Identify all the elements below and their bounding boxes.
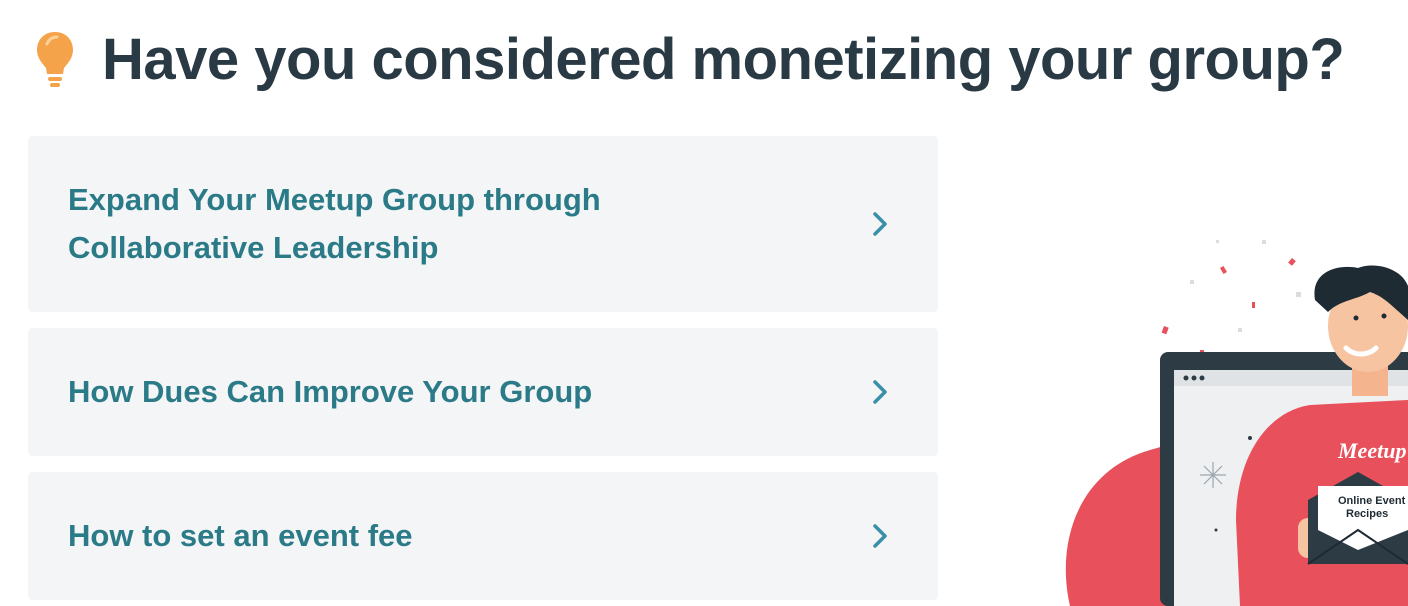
article-card-event-fee[interactable]: How to set an event fee — [28, 472, 938, 600]
article-title: How to set an event fee — [68, 518, 413, 553]
lightbulb-icon — [37, 32, 73, 87]
article-card-collaborative-leadership[interactable]: Expand Your Meetup Group through Collabo… — [28, 136, 938, 312]
page: Have you considered monetizing your grou… — [0, 0, 1408, 606]
page-title: Have you considered monetizing your grou… — [102, 27, 1345, 92]
chevron-right-icon — [873, 380, 887, 404]
shirt-logo: Meetup — [1337, 438, 1406, 463]
chevron-right-icon — [873, 212, 887, 236]
confetti — [1161, 240, 1301, 355]
article-list: Expand Your Meetup Group through Collabo… — [28, 136, 938, 606]
article-card-dues[interactable]: How Dues Can Improve Your Group — [28, 328, 938, 456]
article-title: How Dues Can Improve Your Group — [68, 374, 593, 409]
chevron-right-icon — [873, 524, 887, 548]
article-title: Expand Your Meetup Group through Collabo… — [68, 182, 601, 265]
meetup-illustration: Meetup Online Event Recipes — [1065, 240, 1408, 606]
section-header: Have you considered monetizing your grou… — [34, 27, 1345, 92]
